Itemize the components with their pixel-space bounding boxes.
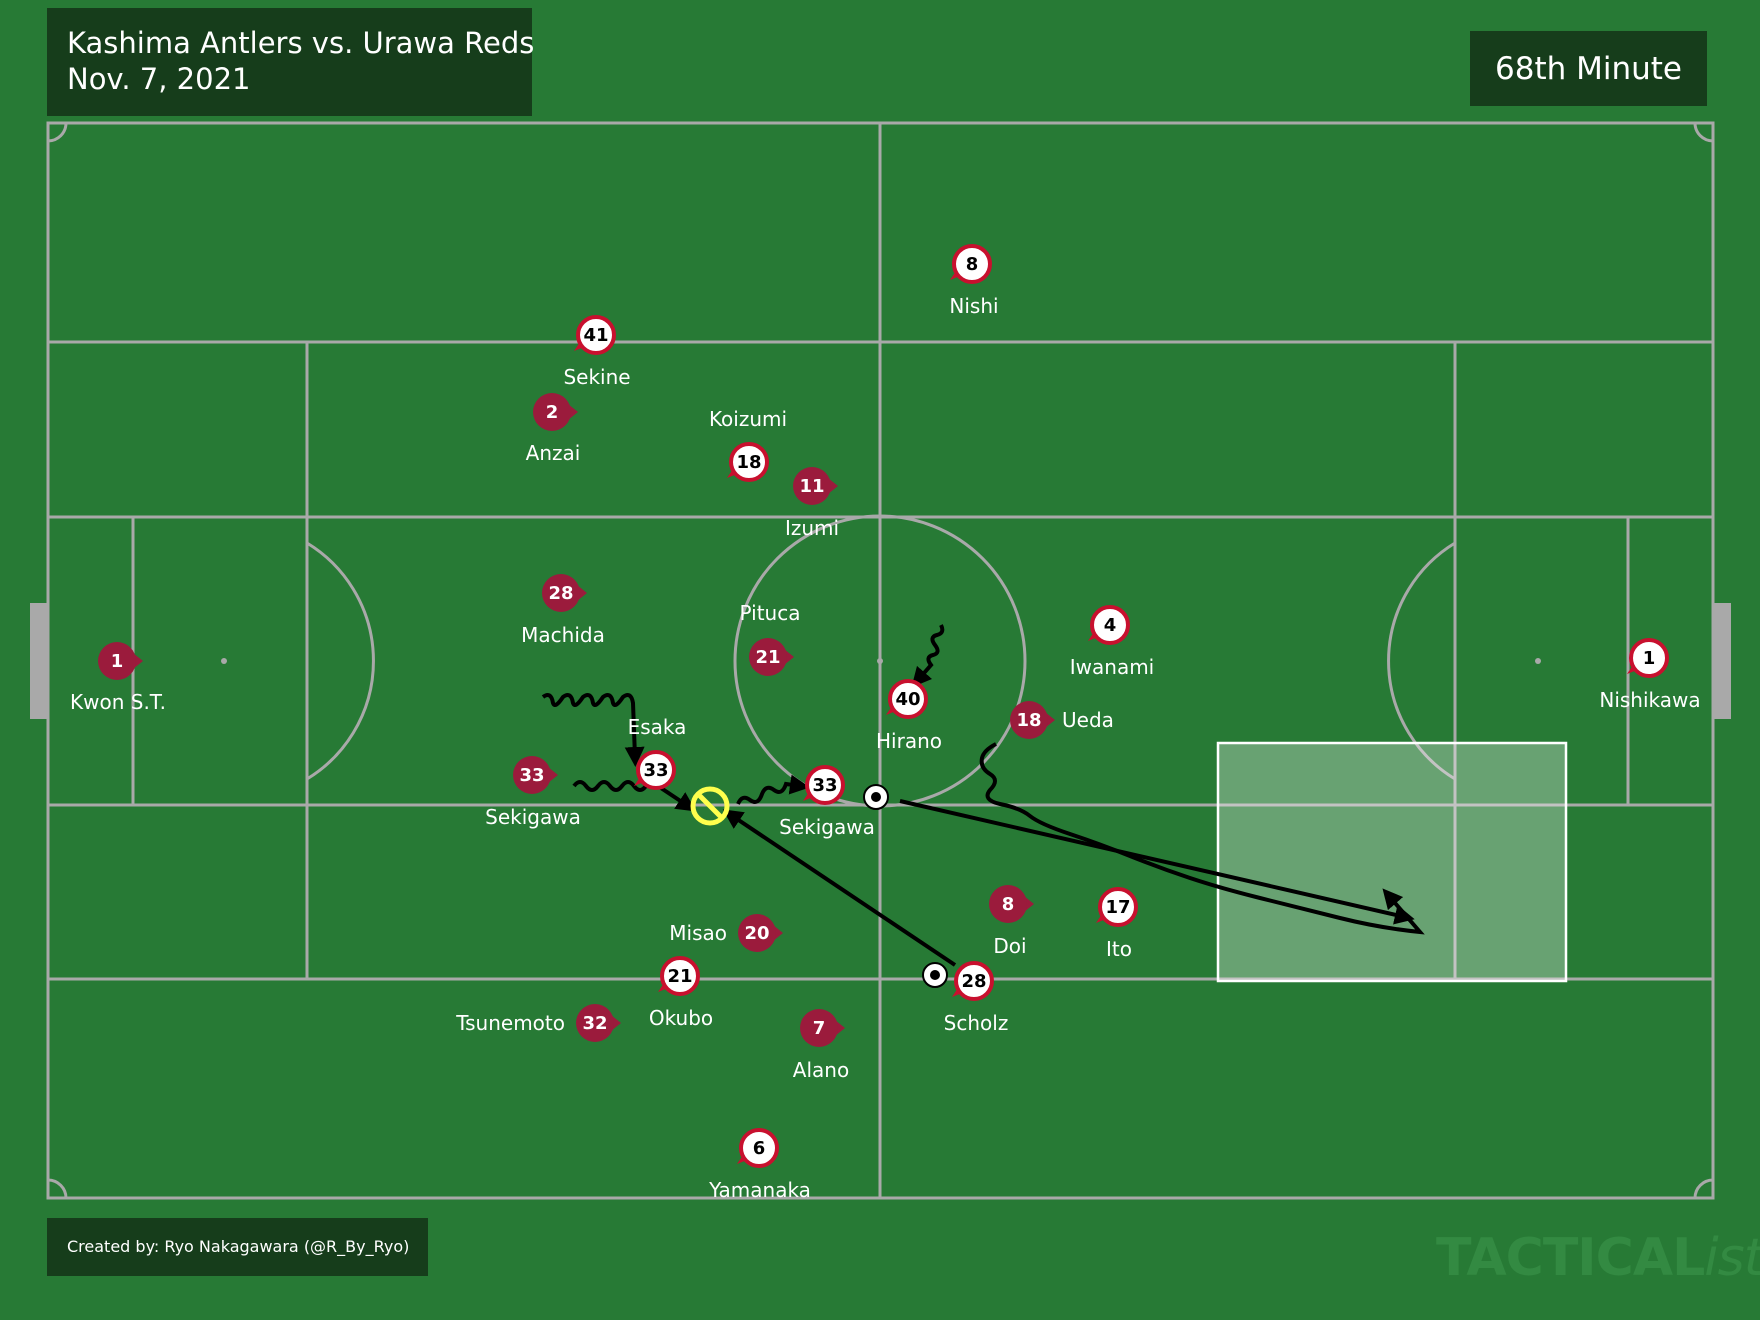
watermark-main: TACTICAL <box>1436 1228 1705 1288</box>
match-info-panel: Kashima Antlers vs. Urawa Reds Nov. 7, 2… <box>47 8 535 116</box>
watermark-suffix: ista <box>1704 1228 1760 1288</box>
dribble-arrow-center <box>736 774 810 805</box>
player-name: Okubo <box>649 1006 713 1030</box>
player-name: Doi <box>993 934 1026 958</box>
player-name: Pituca <box>740 601 801 625</box>
player-number: 18 <box>1016 710 1041 731</box>
player-number: 32 <box>582 1013 607 1034</box>
left-penalty-spot <box>221 658 227 664</box>
player-name: Sekine <box>563 365 630 389</box>
player-name: Esaka <box>628 715 687 739</box>
right-goal <box>1714 603 1731 719</box>
player-number: 2 <box>546 402 559 423</box>
urawa-player-marker: 1 Nishikawa <box>1599 638 1701 712</box>
player-name: Sekigawa <box>779 815 875 839</box>
tactical-pitch-diagram: 1 Kwon S.T. 2 Anzai 11 Izumi 28 Machida 21 Pituca… <box>30 121 1731 1202</box>
player-number: 41 <box>583 325 608 346</box>
player-number: 6 <box>753 1138 766 1159</box>
player-name: Kwon S.T. <box>70 690 166 714</box>
urawa-player-marker: 21 Okubo <box>649 956 713 1030</box>
urawa-player-marker: 28 Scholz <box>944 961 1009 1035</box>
urawa-player-marker: 6 Yamanaka <box>708 1128 811 1202</box>
player-number: 21 <box>667 966 692 987</box>
player-number: 21 <box>755 647 780 668</box>
player-name: Misao <box>669 921 727 945</box>
player-name: Ito <box>1106 937 1132 961</box>
player-name: Machida <box>521 623 605 647</box>
player-number: 33 <box>812 775 837 796</box>
kashima-player-marker: 1 Kwon S.T. <box>70 642 166 714</box>
player-name: Alano <box>793 1058 849 1082</box>
player-name: Ueda <box>1062 708 1114 732</box>
player-number: 17 <box>1105 897 1130 918</box>
match-date: Nov. 7, 2021 <box>67 62 251 96</box>
kashima-player-marker: 33 Sekigawa <box>485 756 581 829</box>
player-number: 33 <box>643 760 668 781</box>
player-number: 20 <box>744 923 769 944</box>
player-name: Hirano <box>876 729 942 753</box>
corner-arc-tr <box>1693 122 1714 143</box>
left-penalty-area <box>46 340 309 981</box>
corner-arc-tl <box>47 122 68 143</box>
kashima-player-marker: 18 Ueda <box>1010 701 1114 739</box>
player-name: Iwanami <box>1070 655 1154 679</box>
player-number: 1 <box>111 651 124 672</box>
player-name: Nishikawa <box>1599 688 1700 712</box>
player-number: 11 <box>799 476 824 497</box>
kashima-player-marker: 2 Anzai <box>526 393 581 465</box>
player-name: Sekigawa <box>485 805 581 829</box>
left-goal <box>30 603 47 719</box>
player-name: Tsunemoto <box>455 1011 565 1035</box>
kashima-player-marker: 7 Alano <box>793 1009 849 1082</box>
urawa-player-marker: 40 Hirano <box>876 679 942 753</box>
corner-arc-bl <box>47 1178 68 1199</box>
player-number: 4 <box>1104 615 1117 636</box>
player-name: Koizumi <box>709 407 787 431</box>
player-number: 40 <box>895 689 920 710</box>
player-number: 18 <box>736 452 761 473</box>
left-penalty-arc <box>306 541 375 781</box>
kashima-player-marker: 8 Doi <box>989 885 1034 958</box>
centre-spot <box>877 658 883 664</box>
target-zone-highlight <box>1216 741 1568 983</box>
urawa-player-marker: 8 Nishi <box>949 244 999 318</box>
player-number: 28 <box>548 583 573 604</box>
player-name: Scholz <box>944 1011 1009 1035</box>
player-name: Nishi <box>949 294 998 318</box>
run-arrow-hirano <box>911 624 945 688</box>
player-number: 8 <box>966 254 979 275</box>
player-number: 28 <box>961 971 986 992</box>
run-arrow-sekigawa <box>572 780 697 812</box>
player-number: 33 <box>519 765 544 786</box>
kashima-player-marker: 28 Machida <box>521 574 605 647</box>
corner-arc-br <box>1693 1178 1714 1199</box>
ball-icon <box>922 962 948 988</box>
run-arrow-esaka <box>541 693 645 767</box>
credit-text: Created by: Ryo Nakagawara (@R_By_Ryo) <box>47 1218 428 1276</box>
player-name: Anzai <box>526 441 581 465</box>
urawa-player-marker: 17 Ito <box>1096 887 1138 961</box>
urawa-player-marker: 18 Koizumi <box>709 407 787 482</box>
watermark-logo: TACTICALista <box>1436 1228 1760 1288</box>
player-name: Yamanaka <box>708 1178 811 1202</box>
kashima-player-marker: 21 Pituca <box>740 601 801 676</box>
right-penalty-spot <box>1535 658 1541 664</box>
urawa-player-marker: 41 Sekine <box>563 315 631 389</box>
ball-icon <box>863 784 889 810</box>
urawa-player-marker: 4 Iwanami <box>1070 605 1154 679</box>
player-name: Izumi <box>785 516 839 540</box>
player-number: 7 <box>813 1018 826 1039</box>
player-number: 1 <box>1643 648 1656 669</box>
kashima-player-marker: 20 Misao <box>669 914 783 952</box>
match-minute: 68th Minute <box>1470 31 1707 106</box>
kashima-player-marker: 32 Tsunemoto <box>455 1004 621 1042</box>
kashima-player-marker: 11 Izumi <box>785 467 839 540</box>
match-title: Kashima Antlers vs. Urawa Reds <box>67 26 535 60</box>
player-number: 8 <box>1002 894 1015 915</box>
